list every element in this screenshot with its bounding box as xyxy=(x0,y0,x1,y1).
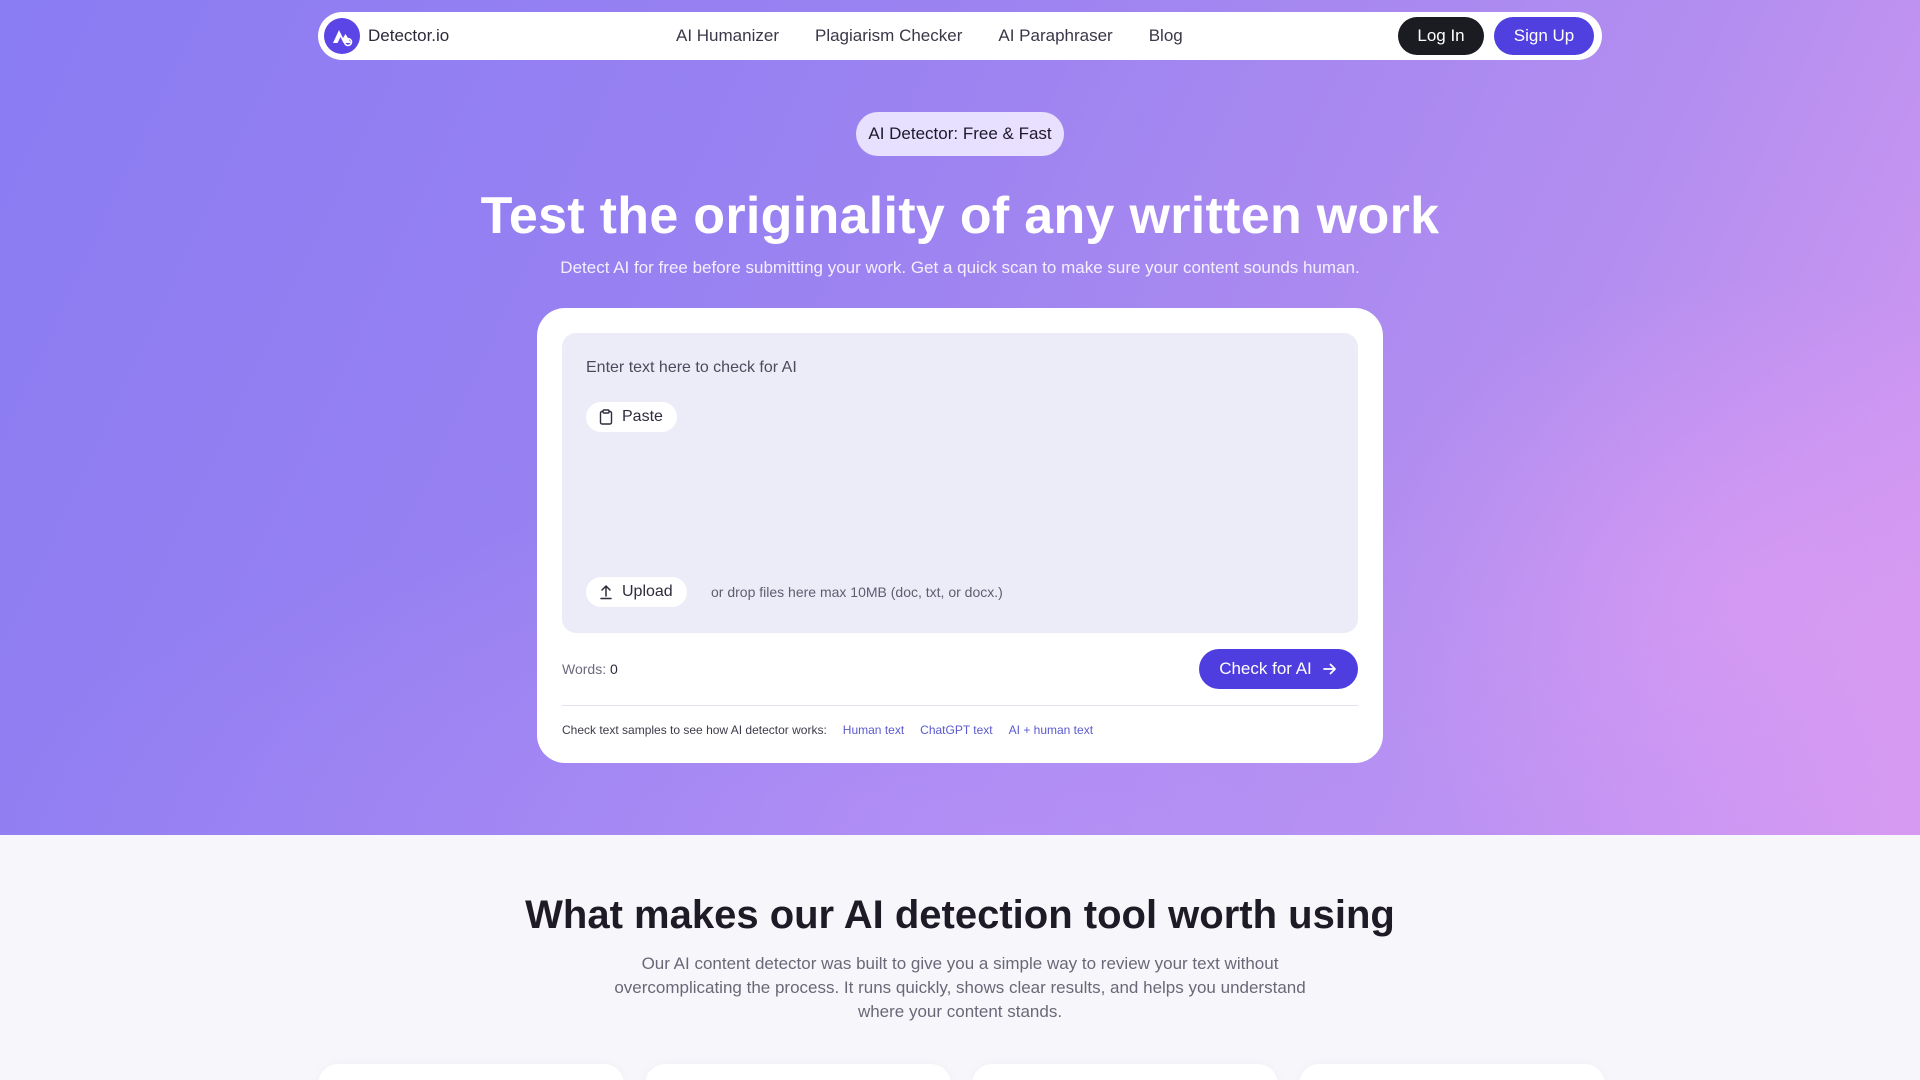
detector-logo-icon xyxy=(324,18,360,54)
arrow-right-icon xyxy=(1322,663,1336,675)
brand-name: Detector.io xyxy=(368,26,450,45)
feature-card xyxy=(1299,1064,1605,1080)
hero-badge: AI Detector: Free & Fast xyxy=(856,112,1064,156)
text-samples-row: Check text samples to see how AI detecto… xyxy=(562,723,1093,737)
card-divider xyxy=(562,705,1358,706)
signup-button[interactable]: Sign Up xyxy=(1494,17,1594,55)
word-count-value: 0 xyxy=(609,661,618,677)
check-for-ai-button[interactable]: Check for AI xyxy=(1199,649,1358,689)
clipboard-icon xyxy=(599,409,613,425)
paste-button[interactable]: Paste xyxy=(586,402,677,432)
sample-link-chatgpt-text[interactable]: ChatGPT text xyxy=(920,723,992,737)
features-description: Our AI content detector was built to giv… xyxy=(614,954,1306,1021)
brand-logo[interactable]: Detector.io xyxy=(324,18,449,54)
top-navbar: Detector.io AI Humanizer Plagiarism Chec… xyxy=(318,12,1602,60)
nav-link-ai-humanizer[interactable]: AI Humanizer xyxy=(676,26,779,46)
text-input-area[interactable]: Enter text here to check for AI Paste Up… xyxy=(562,333,1358,633)
feature-card xyxy=(318,1064,624,1080)
samples-label: Check text samples to see how AI detecto… xyxy=(562,723,827,737)
hero-title: Test the originality of any written work xyxy=(480,187,1440,245)
text-input-placeholder: Enter text here to check for AI xyxy=(586,359,797,376)
login-button[interactable]: Log In xyxy=(1398,17,1484,55)
sample-link-ai-human-text[interactable]: AI + human text xyxy=(1009,723,1093,737)
feature-card xyxy=(972,1064,1278,1080)
detector-card: Enter text here to check for AI Paste Up… xyxy=(537,308,1383,763)
upload-arrow-icon xyxy=(600,585,612,600)
paste-label: Paste xyxy=(622,408,663,425)
upload-label: Upload xyxy=(622,583,673,600)
hero-subtitle: Detect AI for free before submitting you… xyxy=(560,258,1360,277)
nav-link-plagiarism-checker[interactable]: Plagiarism Checker xyxy=(815,26,962,46)
upload-button[interactable]: Upload xyxy=(586,577,687,607)
drop-files-hint: or drop files here max 10MB (doc, txt, o… xyxy=(711,584,1003,600)
nav-link-ai-paraphraser[interactable]: AI Paraphraser xyxy=(998,26,1112,46)
nav-link-blog[interactable]: Blog xyxy=(1149,26,1183,46)
sample-link-human-text[interactable]: Human text xyxy=(843,723,904,737)
nav-links: AI Humanizer Plagiarism Checker AI Parap… xyxy=(676,12,1219,60)
feature-card xyxy=(645,1064,951,1080)
word-count-label: Words: xyxy=(562,661,607,677)
features-title: What makes our AI detection tool worth u… xyxy=(525,893,1395,937)
check-for-ai-label: Check for AI xyxy=(1219,659,1312,678)
word-counter: Words: 0 xyxy=(562,661,618,677)
